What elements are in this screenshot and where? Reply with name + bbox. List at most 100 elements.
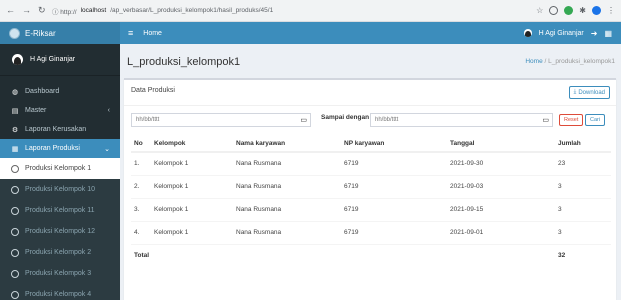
url-path: /ap_verbasar/L_produksi_kelompok1/hasil_… bbox=[110, 7, 274, 14]
calendar-icon[interactable]: ▭ bbox=[300, 116, 307, 124]
database-icon: ▤ bbox=[11, 107, 19, 115]
circle-icon bbox=[11, 206, 19, 215]
logout-icon[interactable]: ➜ bbox=[591, 29, 598, 38]
total-label: Total bbox=[131, 243, 555, 267]
circle-icon bbox=[11, 227, 19, 236]
cell-tanggal: 2021-09-03 bbox=[447, 174, 555, 198]
header-tanggal: Tanggal bbox=[447, 135, 555, 153]
box-title: Data Produksi bbox=[131, 87, 175, 94]
block-icon[interactable] bbox=[549, 6, 559, 15]
sidebar: E-Riksar H Agi Ginanjar ◍ Dashboard ▤ Ma… bbox=[0, 22, 120, 300]
circle-icon bbox=[11, 269, 19, 278]
date-to-placeholder: hh/bb/tttt bbox=[375, 117, 399, 123]
cell-no: 2. bbox=[131, 174, 151, 198]
cell-nama: Nana Rusmana bbox=[233, 174, 341, 198]
circle-icon bbox=[11, 248, 19, 257]
circle-icon bbox=[11, 185, 19, 194]
brand[interactable]: E-Riksar bbox=[0, 22, 120, 44]
sidebar-subitem-produksi-kelompok-12[interactable]: Produksi Kelompok 12 bbox=[0, 221, 120, 242]
user-name: H Agi Ginanjar bbox=[30, 56, 76, 63]
table-row: 1. Kelompok 1 Nana Rusmana 6719 2021-09-… bbox=[131, 151, 611, 175]
cell-kelompok: Kelompok 1 bbox=[151, 151, 233, 175]
brand-logo bbox=[9, 27, 20, 39]
header-jumlah: Jumlah bbox=[555, 135, 611, 153]
sidebar-item-laporan-produksi[interactable]: ▦ Laporan Produksi ⌄ bbox=[0, 139, 120, 158]
total-row: Total 32 bbox=[131, 243, 611, 267]
sidebar-subitem-produksi-kelompok-1[interactable]: Produksi Kelompok 1 bbox=[0, 158, 120, 179]
puzzle-icon[interactable]: ✱ bbox=[579, 6, 586, 15]
cell-jumlah: 3 bbox=[555, 174, 611, 198]
avatar bbox=[12, 54, 23, 65]
cell-tanggal: 2021-09-01 bbox=[447, 220, 555, 244]
breadcrumb: Home / L_produksi_kelompok1 bbox=[525, 58, 615, 65]
navbar-right: H Agi Ginanjar ➜ ▦ bbox=[523, 29, 621, 38]
address-bar[interactable]: ⓘ http://localhost/ap_verbasar/L_produks… bbox=[52, 6, 273, 16]
sidebar-item-master[interactable]: ▤ Master ‹ bbox=[0, 101, 120, 120]
sidebar-menu: ◍ Dashboard ▤ Master ‹ ⚙ Laporan Kerusak… bbox=[0, 82, 120, 300]
grid-icon[interactable]: ▦ bbox=[604, 29, 612, 38]
back-icon[interactable]: ← bbox=[6, 5, 15, 16]
brand-name: E-Riksar bbox=[25, 28, 56, 38]
sidebar-item-dashboard[interactable]: ◍ Dashboard bbox=[0, 82, 120, 101]
cell-no: 3. bbox=[131, 197, 151, 221]
header-nama-karyawan: Nama karyawan bbox=[233, 135, 341, 153]
menu-icon[interactable]: ⋮ bbox=[607, 6, 615, 15]
avatar bbox=[523, 29, 532, 37]
sidebar-subitem-produksi-kelompok-4[interactable]: Produksi Kelompok 4 bbox=[0, 284, 120, 300]
browser-toolbar: ← → ↻ ⓘ http://localhost/ap_verbasar/L_p… bbox=[0, 0, 621, 22]
top-navbar: ≡ Home H Agi Ginanjar ➜ ▦ bbox=[120, 22, 621, 44]
breadcrumb-current: L_produksi_kelompok1 bbox=[548, 58, 615, 65]
cell-np: 6719 bbox=[341, 174, 447, 198]
chevron-left-icon: ‹ bbox=[107, 107, 110, 114]
sidebar-item-laporan-kerusakan[interactable]: ⚙ Laporan Kerusakan bbox=[0, 120, 120, 139]
cell-nama: Nana Rusmana bbox=[233, 151, 341, 175]
data-box: Data Produksi ⤓ Download hh/bb/tttt ▭ Sa… bbox=[124, 78, 616, 300]
date-from-input[interactable]: hh/bb/tttt ▭ bbox=[131, 113, 311, 127]
download-label: Download bbox=[578, 89, 605, 96]
star-icon[interactable]: ☆ bbox=[536, 6, 543, 15]
navbar-user-name[interactable]: H Agi Ginanjar bbox=[539, 30, 584, 37]
table-row: 3. Kelompok 1 Nana Rusmana 6719 2021-09-… bbox=[131, 197, 611, 221]
sidebar-subitem-label: Produksi Kelompok 11 bbox=[25, 207, 95, 214]
date-from-placeholder: hh/bb/tttt bbox=[136, 117, 160, 123]
total-value: 32 bbox=[555, 243, 611, 267]
circle-icon bbox=[11, 290, 19, 299]
header-no: No bbox=[131, 135, 151, 153]
browser-nav: ← → ↻ bbox=[6, 5, 52, 16]
download-button[interactable]: ⤓ Download bbox=[568, 86, 610, 99]
sidebar-subitem-produksi-kelompok-2[interactable]: Produksi Kelompok 2 bbox=[0, 242, 120, 263]
date-filter: hh/bb/tttt ▭ Sampai dengan hh/bb/tttt ▭ … bbox=[131, 113, 611, 127]
nav-home-link[interactable]: Home bbox=[143, 30, 162, 37]
cell-tanggal: 2021-09-15 bbox=[447, 197, 555, 221]
extension-icon[interactable] bbox=[564, 6, 574, 15]
cell-np: 6719 bbox=[341, 197, 447, 221]
cell-nama: Nana Rusmana bbox=[233, 197, 341, 221]
page-title: L_produksi_kelompok1 bbox=[127, 56, 241, 68]
sidebar-subitem-label: Produksi Kelompok 1 bbox=[25, 165, 92, 172]
breadcrumb-home[interactable]: Home bbox=[525, 58, 542, 65]
header-kelompok: Kelompok bbox=[151, 135, 233, 153]
sidebar-subitem-label: Produksi Kelompok 2 bbox=[25, 249, 92, 256]
date-to-input[interactable]: hh/bb/tttt ▭ bbox=[370, 113, 553, 127]
cell-jumlah: 3 bbox=[555, 220, 611, 244]
search-button[interactable]: Cari bbox=[585, 114, 606, 126]
cell-no: 1. bbox=[131, 151, 151, 175]
sidebar-subitem-label: Produksi Kelompok 12 bbox=[25, 228, 96, 235]
cell-np: 6719 bbox=[341, 220, 447, 244]
sidebar-subitem-produksi-kelompok-10[interactable]: Produksi Kelompok 10 bbox=[0, 179, 120, 200]
calendar-icon[interactable]: ▭ bbox=[542, 116, 549, 124]
production-table: No Kelompok Nama karyawan NP karyawan Ta… bbox=[131, 135, 611, 267]
reset-button[interactable]: Reset bbox=[559, 114, 584, 126]
table-row: 2. Kelompok 1 Nana Rusmana 6719 2021-09-… bbox=[131, 174, 611, 198]
forward-icon[interactable]: → bbox=[22, 5, 31, 16]
hamburger-icon[interactable]: ≡ bbox=[128, 28, 133, 38]
sidebar-subitem-produksi-kelompok-3[interactable]: Produksi Kelompok 3 bbox=[0, 263, 120, 284]
cell-no: 4. bbox=[131, 220, 151, 244]
profile-icon[interactable] bbox=[592, 6, 601, 15]
sidebar-subitem-produksi-kelompok-11[interactable]: Produksi Kelompok 11 bbox=[0, 200, 120, 221]
url-host: localhost bbox=[80, 7, 107, 14]
table-row: 4. Kelompok 1 Nana Rusmana 6719 2021-09-… bbox=[131, 220, 611, 244]
cell-kelompok: Kelompok 1 bbox=[151, 220, 233, 244]
reload-icon[interactable]: ↻ bbox=[38, 5, 46, 16]
cell-kelompok: Kelompok 1 bbox=[151, 174, 233, 198]
